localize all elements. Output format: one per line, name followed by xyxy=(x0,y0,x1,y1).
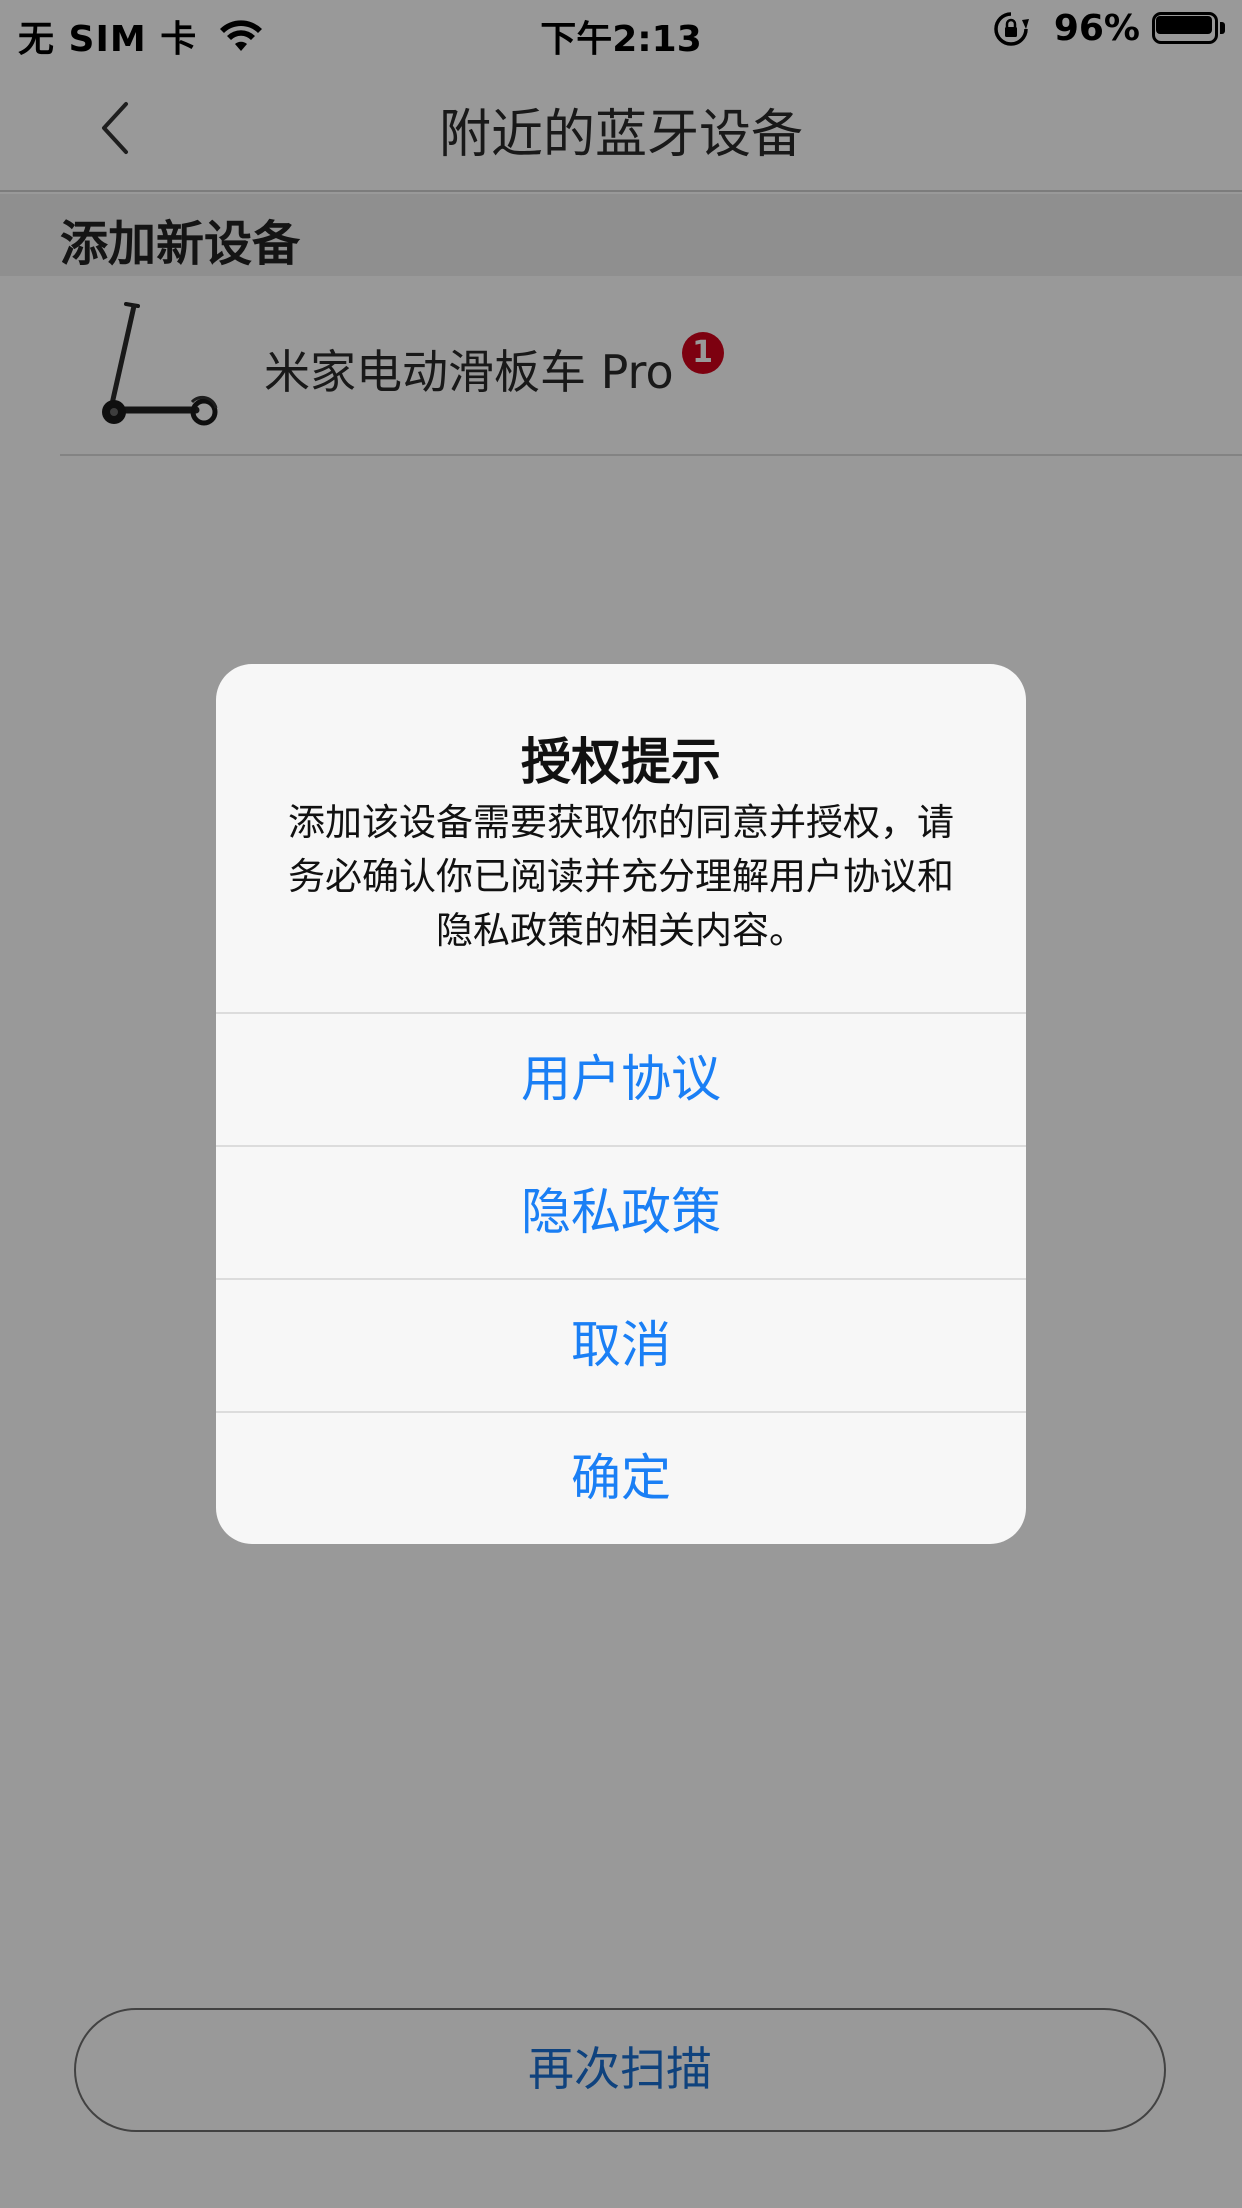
alert-body: 授权提示 添加该设备需要获取你的同意并授权，请务必确认你已阅读并充分理解用户协议… xyxy=(216,664,1026,1012)
cancel-button[interactable]: 取消 xyxy=(216,1278,1026,1411)
confirm-button[interactable]: 确定 xyxy=(216,1411,1026,1544)
privacy-policy-button[interactable]: 隐私政策 xyxy=(216,1145,1026,1278)
authorization-alert: 授权提示 添加该设备需要获取你的同意并授权，请务必确认你已阅读并充分理解用户协议… xyxy=(216,664,1026,1544)
alert-message: 添加该设备需要获取你的同意并授权，请务必确认你已阅读并充分理解用户协议和隐私政策… xyxy=(288,801,954,952)
screen: 无 SIM 卡 下午2:13 96% 附近的蓝牙设备 添加新设备 米家电动滑板车… xyxy=(0,0,1242,2208)
user-agreement-button[interactable]: 用户协议 xyxy=(216,1012,1026,1145)
alert-title: 授权提示 xyxy=(521,733,721,791)
